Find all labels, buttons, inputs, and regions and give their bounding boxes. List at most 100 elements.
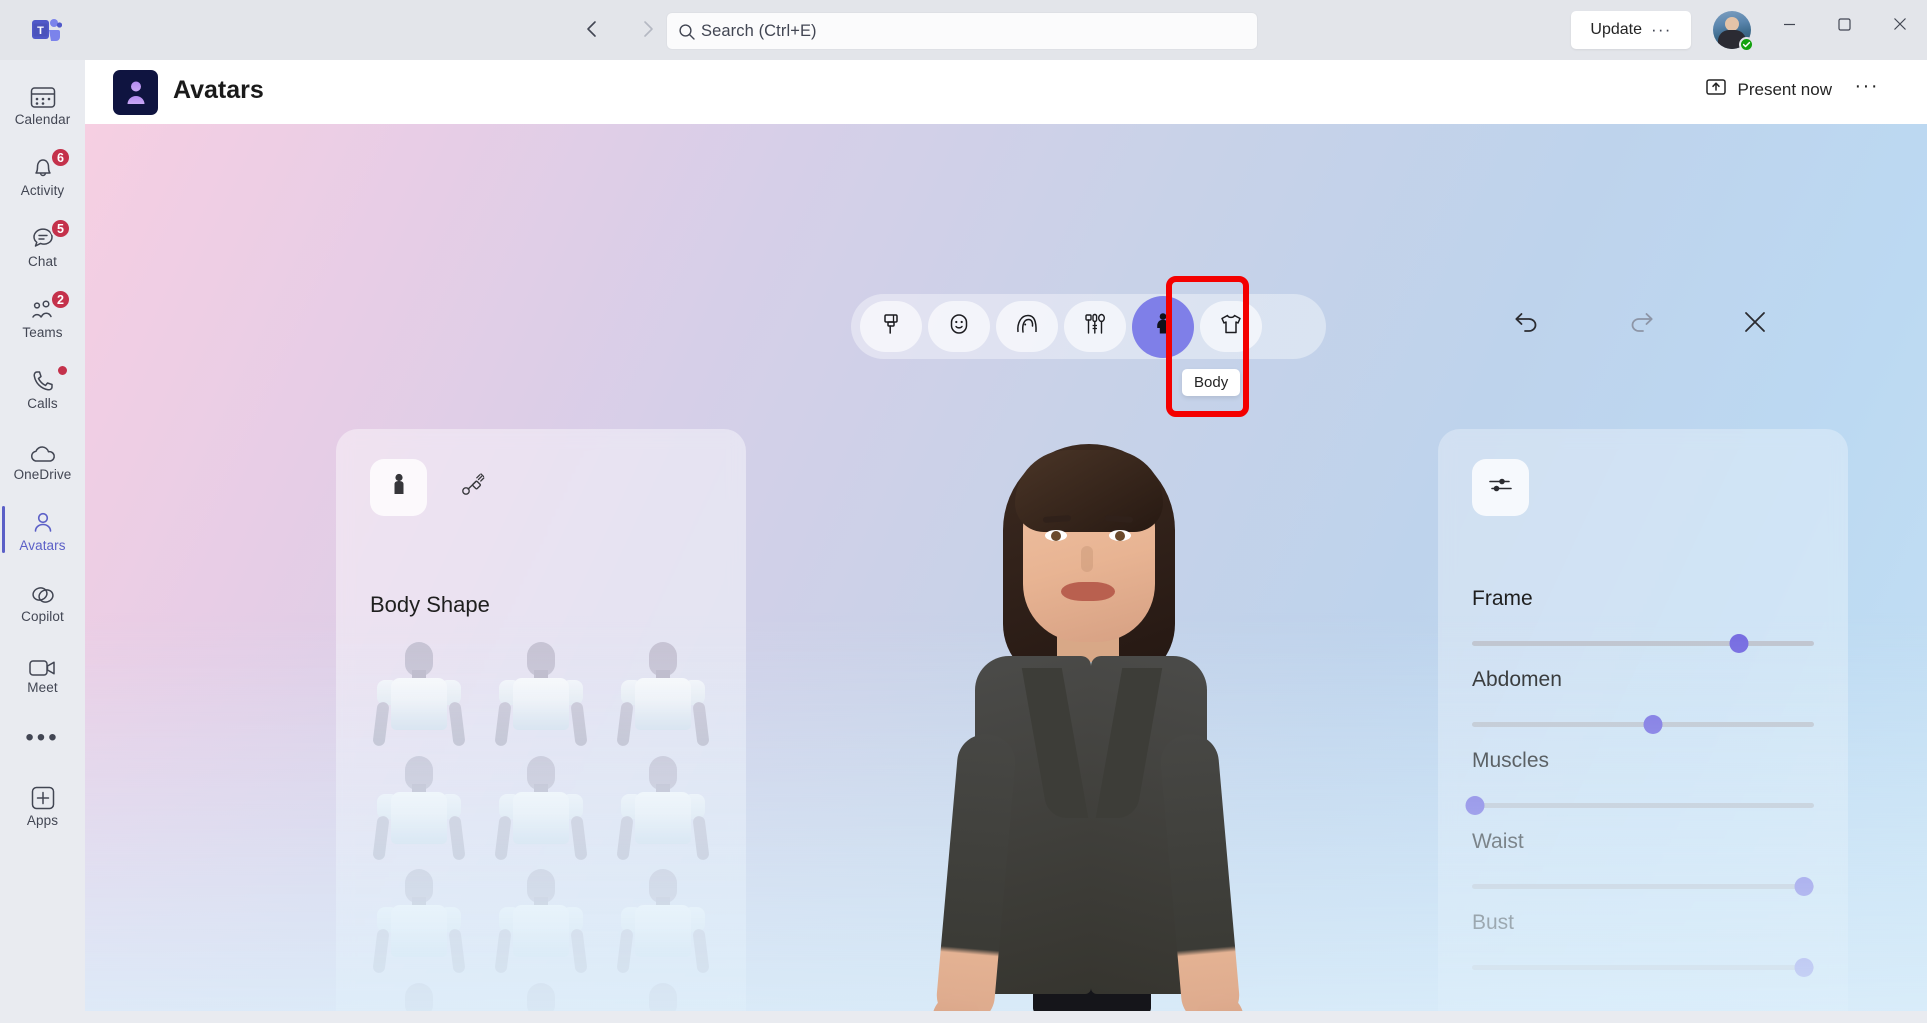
close-button[interactable] [1872, 0, 1927, 48]
activity-badge: 6 [50, 147, 71, 168]
rail-item-apps[interactable]: Apps [0, 769, 85, 840]
rail-item-calls[interactable]: Calls [0, 352, 85, 423]
update-label: Update [1590, 21, 1642, 38]
teams-logo-icon: T [32, 17, 63, 43]
update-overflow-icon[interactable]: ··· [1651, 21, 1672, 38]
rail-label: Calls [27, 396, 58, 411]
rail-item-teams[interactable]: Teams 2 [0, 281, 85, 352]
body-shape-option[interactable] [602, 978, 724, 1011]
minimize-button[interactable] [1762, 0, 1817, 48]
rail-item-activity[interactable]: Activity 6 [0, 139, 85, 210]
slider-track[interactable] [1472, 634, 1814, 653]
slider-track[interactable] [1465, 796, 1814, 815]
body-tab-tooltip: Body [1182, 369, 1241, 396]
slider-label: Abdomen [1472, 668, 1562, 691]
body-shape-option[interactable] [602, 751, 724, 865]
hair-icon [1014, 312, 1040, 341]
sliders-icon [1487, 473, 1515, 502]
body-shape-option[interactable] [480, 865, 602, 979]
app-header-overflow-button[interactable]: ··· [1855, 76, 1879, 96]
calls-dot-badge [56, 364, 69, 377]
body-shape-option[interactable] [602, 637, 724, 751]
body-shape-heading: Body Shape [370, 592, 490, 617]
phone-icon [30, 364, 56, 394]
body-shape-option[interactable] [358, 637, 480, 751]
tab-face[interactable] [928, 301, 990, 352]
subtab-sliders[interactable] [1472, 459, 1529, 516]
slider-muscles: Muscles [1465, 749, 1814, 815]
search-icon [678, 23, 696, 46]
tab-makeup[interactable] [1064, 301, 1126, 352]
slider-label: Bust [1472, 911, 1515, 934]
body-shape-icon [387, 472, 411, 503]
slider-thumb[interactable] [1643, 715, 1663, 734]
redo-button[interactable] [1623, 304, 1659, 340]
rail-item-onedrive[interactable]: OneDrive [0, 423, 85, 494]
tab-clothing[interactable] [1200, 301, 1262, 352]
tab-body[interactable] [1132, 295, 1194, 358]
search-input[interactable]: Search (Ctrl+E) [667, 13, 1257, 49]
checkmark-icon [1742, 41, 1751, 48]
rail-item-chat[interactable]: Chat 5 [0, 210, 85, 281]
teams-avatars-window: T Search (Ctrl+E) Update ··· Calendar Ac… [0, 0, 1927, 1023]
tab-style[interactable] [860, 301, 922, 352]
face-icon [947, 312, 971, 341]
body-shape-option[interactable] [480, 751, 602, 865]
body-shape-option[interactable] [602, 865, 724, 979]
maximize-button[interactable] [1817, 0, 1872, 48]
avatar-editor-stage: Body Body Shape Frame Abdomen Muscles Wa… [85, 124, 1927, 1011]
slider-list: Frame Abdomen Muscles Waist Bust [1465, 587, 1814, 992]
avatar-hair-front [1015, 450, 1163, 532]
search-placeholder: Search (Ctrl+E) [701, 21, 817, 40]
forward-button[interactable] [631, 12, 665, 46]
svg-text:T: T [37, 25, 44, 37]
rail-more-button[interactable]: ••• [0, 707, 85, 769]
body-shape-option[interactable] [358, 751, 480, 865]
subtab-prosthetics[interactable] [445, 459, 502, 516]
slider-frame: Frame [1472, 587, 1814, 653]
person-icon [30, 506, 56, 536]
body-sliders-panel: Frame Abdomen Muscles Waist Bust [1438, 429, 1848, 1011]
rail-item-copilot[interactable]: Copilot [0, 565, 85, 636]
body-shape-option[interactable] [358, 865, 480, 979]
history-nav [575, 12, 665, 46]
subtab-body-shape[interactable] [370, 459, 427, 516]
avatar-character-preview[interactable] [913, 434, 1263, 1011]
body-shape-option[interactable] [480, 637, 602, 751]
undo-button[interactable] [1509, 304, 1545, 340]
slider-track[interactable] [1472, 715, 1814, 734]
copilot-icon [29, 577, 57, 607]
present-now-button[interactable]: Present now [1705, 77, 1832, 102]
avatar-lips [1061, 582, 1115, 601]
prosthetics-icon [459, 470, 489, 505]
slider-thumb[interactable] [1794, 877, 1814, 896]
rail-label: Avatars [19, 538, 66, 553]
video-icon [28, 648, 58, 678]
back-button[interactable] [575, 12, 609, 46]
window-controls [1762, 0, 1927, 48]
slider-thumb[interactable] [1465, 796, 1485, 815]
close-editor-button[interactable] [1737, 304, 1773, 340]
avatar-eye-right [1109, 530, 1131, 541]
rail-item-meet[interactable]: Meet [0, 636, 85, 707]
cloud-icon [28, 435, 58, 465]
page-title: Avatars [173, 76, 264, 104]
rail-label: Calendar [14, 112, 71, 127]
slider-thumb[interactable] [1794, 958, 1814, 977]
rail-label: Apps [26, 813, 59, 828]
undo-icon [1515, 313, 1537, 332]
share-screen-icon [1705, 77, 1727, 102]
slider-waist: Waist [1472, 830, 1814, 896]
tshirt-icon [1218, 312, 1244, 341]
body-shape-option[interactable] [480, 978, 602, 1011]
slider-thumb[interactable] [1729, 634, 1749, 653]
slider-track[interactable] [1472, 877, 1814, 896]
body-shape-option[interactable] [358, 978, 480, 1011]
rail-item-avatars[interactable]: Avatars [0, 494, 85, 565]
rail-item-calendar[interactable]: Calendar [0, 68, 85, 139]
update-button[interactable]: Update ··· [1571, 11, 1691, 49]
slider-track[interactable] [1472, 958, 1814, 977]
slider-label: Frame [1472, 587, 1533, 610]
tab-hair[interactable] [996, 301, 1058, 352]
calendar-icon [30, 80, 56, 110]
